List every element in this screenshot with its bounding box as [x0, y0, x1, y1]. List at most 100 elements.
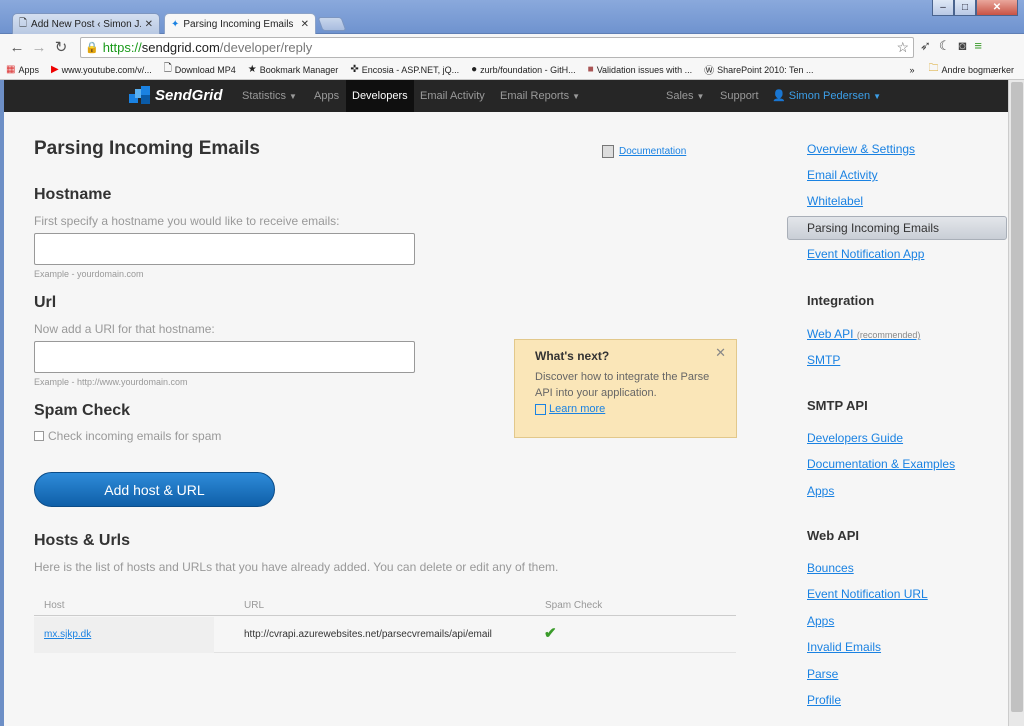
nav-sales[interactable]: Sales ▼: [660, 80, 710, 112]
url-input[interactable]: [34, 341, 415, 373]
menu-icon[interactable]: ≡: [974, 38, 982, 54]
hostname-input[interactable]: [34, 233, 415, 265]
browser-toolbar: ← → ↻ 🔒 https:// sendgrid.com /developer…: [0, 34, 1024, 60]
extension-icon[interactable]: ☾: [939, 38, 951, 54]
close-window-icon[interactable]: ✕: [976, 0, 1018, 16]
pocket-icon[interactable]: ◙: [959, 38, 967, 54]
nav-email-activity[interactable]: Email Activity: [414, 80, 491, 112]
sidebar-web-api[interactable]: Web API (recommended): [807, 327, 920, 341]
sidebar-whitelabel[interactable]: Whitelabel: [807, 194, 863, 208]
sidebar-email-activity[interactable]: Email Activity: [807, 168, 878, 182]
sidebar-bounces[interactable]: Bounces: [807, 561, 854, 575]
caret-down-icon: ▼: [289, 92, 297, 101]
spam-check-option[interactable]: Check incoming emails for spam: [34, 429, 221, 443]
table-row: mx.sjkp.dk http://cvrapi.azurewebsites.n…: [34, 617, 736, 653]
sidebar-overview-settings[interactable]: Overview & Settings: [807, 142, 915, 156]
sidebar-event-notification-app[interactable]: Event Notification App: [807, 247, 924, 261]
nav-developers[interactable]: Developers: [346, 80, 414, 112]
nav-apps[interactable]: Apps: [308, 80, 345, 112]
reload-icon[interactable]: ↻: [50, 38, 72, 56]
add-host-url-button[interactable]: Add host & URL: [34, 472, 275, 507]
learn-more-row: Learn more: [535, 401, 716, 417]
sidebar-developers-guide[interactable]: Developers Guide: [807, 431, 903, 445]
tab-parsing-incoming-emails[interactable]: ✦ Parsing Incoming Emails | Se ✕: [164, 13, 316, 34]
bookmark-zurb[interactable]: ● zurb/foundation - GitH...: [465, 64, 582, 75]
sidebar-smtp[interactable]: SMTP: [807, 353, 840, 367]
url-heading: Url: [34, 294, 57, 311]
sidebar-parse[interactable]: Parse: [807, 667, 838, 681]
new-tab-button[interactable]: [317, 17, 347, 31]
forward-icon[interactable]: →: [28, 39, 50, 56]
sidebar-documentation-examples[interactable]: Documentation & Examples: [807, 457, 955, 471]
spam-check-label: Check incoming emails for spam: [48, 429, 222, 443]
close-tab-icon[interactable]: ✕: [145, 19, 153, 30]
minimize-icon[interactable]: –: [932, 0, 954, 16]
nav-email-reports[interactable]: Email Reports ▼: [494, 80, 586, 112]
nav-user-menu[interactable]: 👤 Simon Pedersen ▼: [766, 80, 887, 112]
external-link-icon: [535, 403, 546, 415]
integration-heading: Integration: [807, 293, 875, 308]
bookmark-download-mp4[interactable]: 🗋 Download MP4: [158, 61, 242, 78]
page-title: Parsing Incoming Emails: [34, 138, 260, 159]
column-host: Host: [44, 600, 65, 611]
lock-icon: 🔒: [85, 42, 99, 54]
url-help: Now add a URl for that hostname:: [34, 322, 215, 336]
whats-next-title: What's next?: [535, 349, 610, 363]
bookmark-sharepoint[interactable]: Ⓦ SharePoint 2010: Ten ...: [698, 62, 819, 78]
hosts-urls-heading: Hosts & Urls: [34, 532, 131, 549]
sidebar-smtp-apps[interactable]: Apps: [807, 484, 834, 498]
hosts-urls-help: Here is the list of hosts and URLs that …: [34, 560, 559, 574]
documentation-link[interactable]: Documentation: [602, 145, 686, 158]
hostname-help: First specify a hostname you would like …: [34, 214, 340, 228]
star-icon: ★: [247, 64, 257, 75]
address-bar[interactable]: 🔒 https:// sendgrid.com /developer/reply…: [80, 37, 914, 58]
page-icon: 🗋: [163, 63, 172, 74]
tab-add-new-post[interactable]: 🗋 Add New Post ‹ Simon J.K. P ✕: [12, 13, 160, 34]
spam-checkbox[interactable]: [34, 431, 44, 441]
bookmark-youtube[interactable]: ▶ www.youtube.com/v/...: [45, 64, 158, 75]
caret-down-icon: ▼: [572, 92, 580, 101]
bookmarks-right: » 🗀 Andre bogmærker: [909, 61, 1014, 78]
sidebar-profile[interactable]: Profile: [807, 693, 841, 707]
page-content: SendGrid Statistics ▼ Apps Developers Ema…: [4, 80, 1008, 726]
page-scrollbar[interactable]: [1008, 80, 1024, 726]
maximize-icon[interactable]: □: [954, 0, 976, 16]
close-icon[interactable]: ✕: [715, 345, 726, 361]
host-link[interactable]: mx.sjkp.dk: [44, 629, 91, 640]
nav-support[interactable]: Support: [714, 80, 765, 112]
sendgrid-logo[interactable]: SendGrid: [129, 86, 223, 104]
nav-statistics[interactable]: Statistics ▼: [236, 80, 303, 112]
folder-icon: 🗀: [928, 63, 939, 74]
web-api-heading: Web API: [807, 528, 860, 543]
bookmark-apps[interactable]: ▦ Apps: [0, 64, 45, 75]
sidebar-webapi-apps[interactable]: Apps: [807, 614, 834, 628]
sidebar-parsing-incoming-emails[interactable]: Parsing Incoming Emails: [787, 216, 1007, 240]
caret-down-icon: ▼: [873, 92, 882, 101]
youtube-icon: ▶: [50, 64, 59, 75]
bookmark-star-icon[interactable]: ☆: [896, 39, 909, 56]
sidebar-invalid-emails[interactable]: Invalid Emails: [807, 640, 881, 654]
bookmark-folder-other[interactable]: 🗀 Andre bogmærker: [928, 61, 1014, 78]
scrollbar-thumb[interactable]: [1011, 82, 1023, 712]
user-icon: 👤: [772, 90, 786, 102]
learn-more-link[interactable]: Learn more: [549, 401, 605, 417]
bookmark-manager[interactable]: ★ Bookmark Manager: [242, 64, 345, 75]
back-icon[interactable]: ←: [6, 39, 28, 56]
tab-title: Parsing Incoming Emails | Se: [183, 18, 296, 30]
sidebar-event-notification-url[interactable]: Event Notification URL: [807, 587, 928, 601]
bookmark-encosia[interactable]: ✜ Encosia - ASP.NET, jQ...: [344, 64, 465, 75]
window-titlebar: 🗋 Add New Post ‹ Simon J.K. P ✕ ✦ Parsin…: [0, 0, 1024, 34]
apps-grid-icon: ▦: [6, 64, 16, 75]
smtp-api-heading: SMTP API: [807, 398, 868, 413]
document-icon: [602, 145, 614, 158]
bookmark-validation[interactable]: ■ Validation issues with ...: [582, 64, 698, 75]
bookmarks-overflow-icon[interactable]: »: [909, 65, 914, 75]
hostname-example: Example - yourdomain.com: [34, 269, 144, 279]
close-tab-icon[interactable]: ✕: [301, 19, 309, 30]
page-icon: 🗋: [19, 17, 28, 29]
extension-icon[interactable]: ➶: [920, 38, 931, 54]
sendgrid-logo-icon: [129, 86, 151, 104]
avatar-icon: ■: [587, 64, 594, 75]
url-host: sendgrid.com: [141, 40, 220, 55]
bookmarks-bar: ▦ Apps ▶ www.youtube.com/v/... 🗋 Download M…: [0, 60, 1024, 80]
